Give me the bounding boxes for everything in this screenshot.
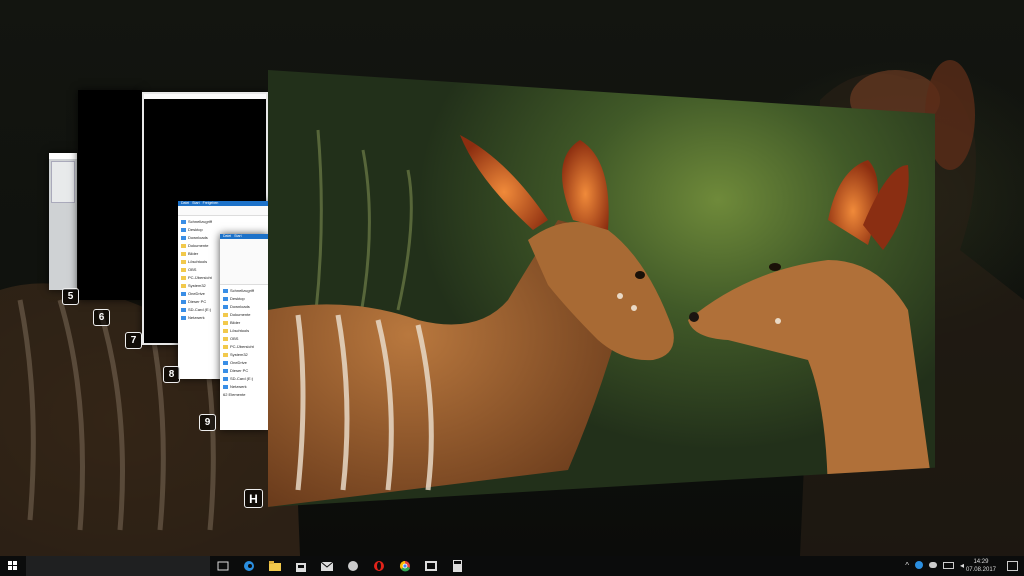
calculator-icon[interactable] xyxy=(444,556,470,576)
explorer-nav-pane-2: Schnellzugriff Desktop Downloads Dokumen… xyxy=(220,285,268,401)
photo-window-front[interactable] xyxy=(268,70,935,507)
tray-volume-icon[interactable]: ◂ xyxy=(960,561,964,570)
nav2-pc-uebersicht[interactable]: PC-Übersicht xyxy=(223,343,265,351)
clock-time: 14:29 xyxy=(973,559,989,565)
start-icon[interactable] xyxy=(0,556,26,576)
tablet-icon[interactable] xyxy=(418,556,444,576)
clock-date: 07.08.2017 xyxy=(965,567,996,573)
explorer-window-front[interactable]: Datei Start Schnellzugriff Desktop Downlo… xyxy=(220,234,268,430)
opera-icon[interactable] xyxy=(366,556,392,576)
deer-photo xyxy=(268,129,935,507)
hotkey-badge-5[interactable]: 5 xyxy=(62,288,79,305)
taskbar-clock[interactable]: 14:29 07.08.2017 xyxy=(966,558,996,574)
mail-icon[interactable] xyxy=(314,556,340,576)
notification-center-icon[interactable] xyxy=(1007,561,1018,571)
nav2-desktop[interactable]: Desktop xyxy=(223,295,265,303)
file-explorer-icon[interactable] xyxy=(262,556,288,576)
tab-datei[interactable]: Datei xyxy=(181,201,189,206)
tab-start-2[interactable]: Start xyxy=(234,234,241,239)
system-tray: ^ ◂ xyxy=(905,561,964,570)
hotkey-badge-6[interactable]: 6 xyxy=(93,309,110,326)
taskbar: ^ ◂ 14:29 07.08.2017 xyxy=(0,556,1024,576)
nav2-loeschtools[interactable]: Löschtools xyxy=(223,327,265,335)
chat-bird-icon[interactable] xyxy=(340,556,366,576)
nav2-bilder[interactable]: Bilder xyxy=(223,319,265,327)
nav2-dokumente[interactable]: Dokumente xyxy=(223,311,265,319)
window-black-1[interactable] xyxy=(78,90,142,300)
explorer-status-text: 62 Elemente xyxy=(223,392,246,397)
tab-datei-2[interactable]: Datei xyxy=(223,234,231,239)
nav-desktop[interactable]: Desktop xyxy=(181,226,265,234)
tray-chevron-icon[interactable]: ^ xyxy=(905,561,909,570)
tab-start[interactable]: Start xyxy=(192,201,199,206)
desktop-flip3d: Datei Start Freigeben Schnellzugriff Des… xyxy=(0,0,1024,556)
hotkey-badge-8[interactable]: 8 xyxy=(163,366,180,383)
tray-battery-icon[interactable] xyxy=(942,562,954,569)
nav2-network[interactable]: Netzwerk xyxy=(223,383,265,391)
window-small-app[interactable] xyxy=(49,153,77,290)
hotkey-badge-h[interactable]: H xyxy=(244,489,263,508)
tab-freigeben[interactable]: Freigeben xyxy=(203,201,219,206)
nav2-this-pc[interactable]: Dieser PC xyxy=(223,367,265,375)
nav2-sd-card[interactable]: SD-Card (E:) xyxy=(223,375,265,383)
tray-network-icon[interactable] xyxy=(914,561,923,569)
store-icon[interactable] xyxy=(288,556,314,576)
nav2-onedrive[interactable]: OneDrive xyxy=(223,359,265,367)
edge-icon[interactable] xyxy=(236,556,262,576)
nav2-downloads[interactable]: Downloads xyxy=(223,303,265,311)
chrome-icon[interactable] xyxy=(392,556,418,576)
task-view-icon[interactable] xyxy=(210,556,236,576)
taskbar-search-box[interactable] xyxy=(26,556,210,576)
nav-quick-access[interactable]: Schnellzugriff xyxy=(181,218,265,226)
explorer-ribbon-2: Datei Start xyxy=(220,234,268,285)
explorer-ribbon: Datei Start Freigeben xyxy=(178,201,268,216)
nav2-obs[interactable]: OBS xyxy=(223,335,265,343)
hotkey-badge-7[interactable]: 7 xyxy=(125,332,142,349)
nav2-system32[interactable]: System32 xyxy=(223,351,265,359)
nav2-quick-access[interactable]: Schnellzugriff xyxy=(223,287,265,295)
hotkey-badge-9[interactable]: 9 xyxy=(199,414,216,431)
tray-cloud-icon[interactable] xyxy=(928,562,937,568)
